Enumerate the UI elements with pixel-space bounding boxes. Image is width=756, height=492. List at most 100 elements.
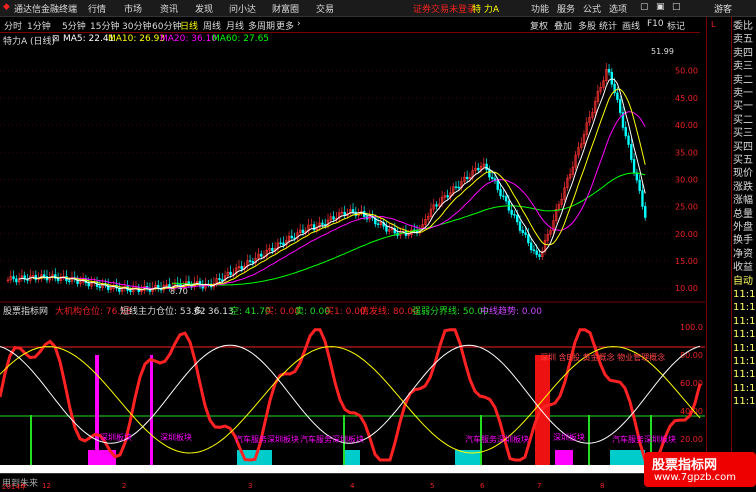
- price-axis-label: 10.00: [675, 284, 698, 293]
- indicator-bar: [555, 450, 573, 465]
- high-price-label: 51.99: [651, 47, 674, 56]
- indicator-axis-label: 100.0: [680, 323, 703, 332]
- menu-news[interactable]: 资讯: [160, 2, 178, 15]
- candle: [282, 242, 285, 246]
- btn-draw[interactable]: 画线: [622, 19, 640, 32]
- side-field: 总量: [733, 208, 753, 220]
- menu-formula[interactable]: 公式: [583, 2, 601, 15]
- price-axis-label: 30.00: [675, 175, 698, 184]
- login-notice[interactable]: 证券交易未登录: [413, 2, 476, 15]
- price-axis-label: 20.00: [675, 230, 698, 239]
- tab-60min[interactable]: 60分钟: [152, 19, 181, 32]
- candle: [376, 223, 380, 226]
- menu-wealth[interactable]: 财富圈: [272, 2, 299, 15]
- watermark-line2: www.7gpzb.com: [654, 472, 736, 483]
- menu-discover[interactable]: 发现: [195, 2, 213, 15]
- guest-login[interactable]: 游客: [714, 2, 732, 15]
- candle: [332, 216, 335, 220]
- tab-5min[interactable]: 5分钟: [62, 19, 86, 32]
- date-axis-bar: 用到朱来 2014年 12 2 3 4 5 6 7 8: [0, 473, 705, 491]
- side-field: 11:1: [733, 315, 756, 327]
- sector-annotation: 汽车服务深圳板块: [235, 434, 299, 444]
- candle: [15, 278, 18, 283]
- side-field: 收益: [733, 262, 753, 274]
- tab-monthly[interactable]: 月线: [226, 19, 244, 32]
- tab-multi[interactable]: 多周期: [248, 19, 275, 32]
- price-axis-label: 25.00: [675, 203, 698, 212]
- btn-mark[interactable]: 标记: [667, 19, 685, 32]
- candle: [385, 225, 388, 232]
- candle: [607, 69, 611, 73]
- tab-1min[interactable]: 1分钟: [27, 19, 51, 32]
- tab-intraday[interactable]: 分时: [4, 19, 22, 32]
- candlestick-chart[interactable]: 50.00 45.00 40.00 35.00 30.00 25.00 20.00 15.00…: [0, 45, 705, 303]
- menu-service[interactable]: 服务: [557, 2, 575, 15]
- btn-multistock[interactable]: 多股: [578, 19, 596, 32]
- btn-stats[interactable]: 统计: [599, 19, 617, 32]
- month-12: 12: [42, 482, 51, 490]
- side-l-icon[interactable]: L: [711, 19, 715, 31]
- side-tab-strip[interactable]: L: [707, 17, 732, 487]
- side-field: 11:1: [733, 369, 756, 381]
- sector-annotation: 深圳板块: [100, 432, 132, 442]
- tab-weekly[interactable]: 周线: [203, 19, 221, 32]
- indicator-bar: [610, 450, 645, 465]
- side-field: 11:1: [733, 302, 756, 314]
- side-field: 外盘: [733, 222, 753, 233]
- price-axis-label: 50.00: [675, 67, 698, 76]
- candle: [644, 206, 647, 218]
- quote-side-panel: L 委比 卖五 卖四 卖三 卖二 卖一 买一 买二 买三 买四 买五 现价 涨跌 涨幅 总量 外盘 换手 净资 收益…: [706, 17, 756, 487]
- candle: [641, 190, 644, 207]
- candle: [529, 242, 533, 251]
- stock-name-title: 特 力A: [472, 5, 500, 15]
- price-axis-label: 40.00: [675, 121, 698, 130]
- menu-ask[interactable]: 问小达: [229, 2, 256, 15]
- menu-quotes[interactable]: 行情: [88, 2, 106, 15]
- indicator-bar: [588, 415, 590, 465]
- app-logo-icon: ◆: [3, 2, 10, 12]
- tab-30min[interactable]: 30分钟: [122, 19, 151, 32]
- candle: [524, 232, 527, 235]
- indicator-axis-label: 80.00: [680, 351, 703, 360]
- tab-daily[interactable]: 日线: [180, 19, 198, 32]
- candle: [248, 260, 252, 262]
- candle: [618, 99, 622, 113]
- tab-15min[interactable]: 15分钟: [90, 19, 119, 32]
- tab-more[interactable]: 更多: [276, 19, 294, 32]
- indicator-bar: [345, 450, 360, 465]
- btn-f10[interactable]: F10: [647, 19, 664, 29]
- side-field: 涨跌: [733, 181, 753, 193]
- watermark-line1: 股票指标网: [652, 458, 718, 473]
- indicator-bar: [150, 355, 153, 465]
- dropdown-icon[interactable]: ⊠: [52, 34, 60, 44]
- candle: [12, 276, 15, 280]
- app-title: 通达信金融终端: [14, 5, 78, 15]
- side-field: 涨幅: [733, 195, 753, 207]
- candle: [504, 196, 508, 202]
- candle: [240, 266, 243, 270]
- minimize-icon[interactable]: ▢: [640, 2, 649, 12]
- window-icon[interactable]: □: [672, 2, 681, 12]
- candle: [301, 229, 305, 233]
- sector-annotation: 汽车服务深圳板块: [300, 434, 364, 444]
- candle: [521, 230, 524, 233]
- month-3: 3: [248, 482, 253, 490]
- right-toolbar: 复权 叠加 多股 统计 画线 F10 标记: [527, 17, 707, 32]
- indicator-chart[interactable]: 100.080.0060.0040.0020.00 深圳板块 深圳板块 汽车服务深圳…: [0, 315, 705, 473]
- btn-rights[interactable]: 复权: [530, 19, 548, 32]
- menu-market[interactable]: 市场: [124, 2, 142, 15]
- menu-options[interactable]: 选项: [609, 2, 627, 15]
- sector-annotation: 深圳板块: [160, 432, 192, 442]
- baseline-band: [0, 465, 705, 473]
- chevron-down-icon[interactable]: ›: [297, 19, 301, 29]
- side-field: 11:1: [733, 329, 756, 341]
- menu-trade[interactable]: 交易: [316, 2, 334, 15]
- side-field: 净资: [733, 248, 753, 260]
- menu-function[interactable]: 功能: [531, 2, 549, 15]
- candle: [535, 250, 538, 255]
- candle: [499, 189, 502, 197]
- candle: [502, 195, 505, 198]
- sector-annotation: 汽车服务深圳板块: [465, 434, 529, 444]
- btn-overlay[interactable]: 叠加: [554, 19, 572, 32]
- layout-icon[interactable]: ▣: [656, 2, 665, 12]
